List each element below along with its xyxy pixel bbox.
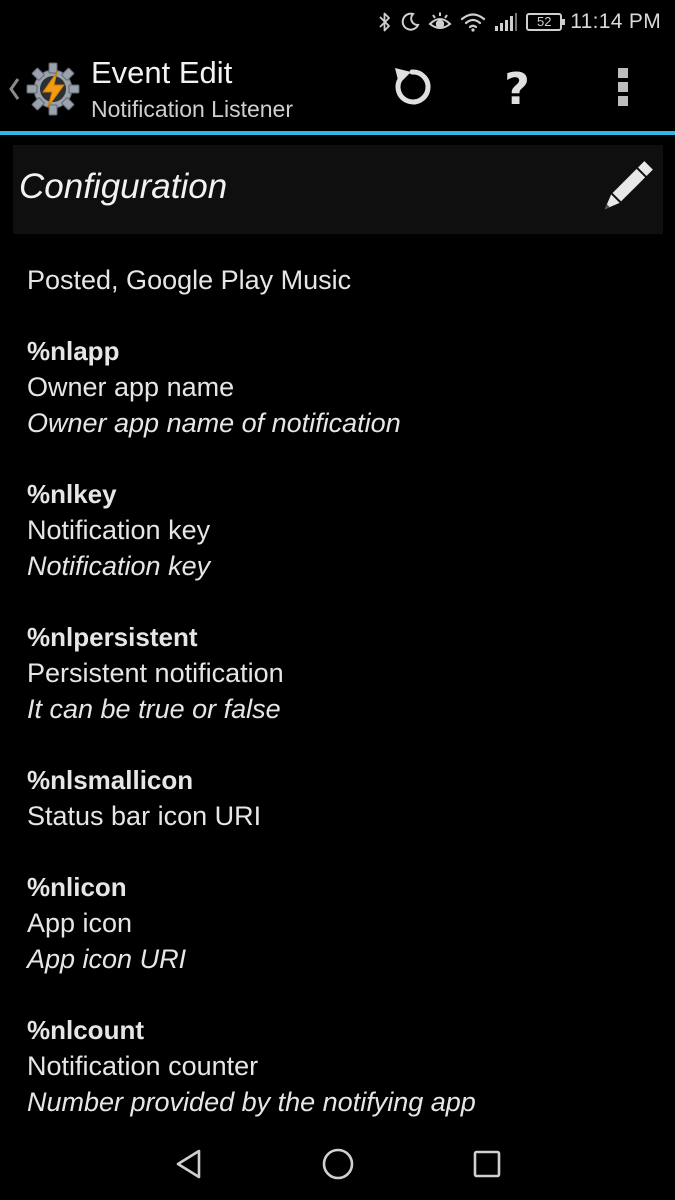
variable-name: %nlsmallicon: [27, 765, 194, 795]
revert-button[interactable]: [377, 54, 447, 124]
help-button[interactable]: ?: [482, 54, 552, 124]
status-icons: 52 11:14 PM: [378, 0, 661, 44]
overflow-menu-icon: [617, 67, 629, 112]
action-bar-divider: [0, 131, 675, 135]
wifi-icon: [460, 11, 486, 33]
overflow-menu-button[interactable]: [588, 54, 658, 124]
recents-icon: [472, 1149, 502, 1184]
battery-icon: 52: [526, 13, 566, 31]
event-summary[interactable]: Posted, Google Play Music: [27, 262, 657, 298]
variable-item: %nlsmallicon Status bar icon URI: [27, 762, 657, 834]
help-icon: ?: [504, 63, 530, 115]
configuration-header: Configuration: [13, 145, 663, 234]
recents-button[interactable]: [459, 1142, 515, 1190]
status-bar: 52 11:14 PM: [0, 0, 675, 44]
variable-name: %nlpersistent: [27, 622, 198, 652]
variable-description: App icon URI: [27, 944, 187, 974]
variable-item: %nlcount Notification counter Number pro…: [27, 1012, 657, 1120]
variable-description: Owner app name of notification: [27, 408, 401, 438]
page-title: Event Edit: [91, 55, 233, 90]
variable-label: Owner app name: [27, 372, 235, 402]
bluetooth-icon: [378, 11, 392, 33]
variable-label: App icon: [27, 908, 133, 938]
back-icon: [174, 1148, 204, 1185]
variable-label: Status bar icon URI: [27, 801, 262, 831]
variable-item: %nlkey Notification key Notification key: [27, 476, 657, 584]
page-subtitle: Notification Listener: [91, 96, 293, 122]
variable-item: %nlicon App icon App icon URI: [27, 869, 657, 977]
home-icon: [321, 1147, 355, 1186]
variable-label: Notification counter: [27, 1051, 259, 1081]
back-button[interactable]: [161, 1142, 217, 1190]
up-caret-icon[interactable]: [6, 74, 22, 104]
action-bar: Event Edit Notification Listener ?: [0, 44, 675, 131]
home-button[interactable]: [310, 1142, 366, 1190]
configuration-title: Configuration: [19, 167, 228, 206]
variable-label: Notification key: [27, 515, 211, 545]
eye-comfort-icon: [428, 11, 452, 33]
variable-description: Number provided by the notifying app: [27, 1087, 476, 1117]
variable-item: %nlpersistent Persistent notification It…: [27, 619, 657, 727]
pencil-icon: [596, 158, 656, 223]
title-block: Event Edit Notification Listener: [91, 54, 293, 124]
signal-icon: [494, 12, 518, 32]
variable-name: %nlicon: [27, 872, 127, 902]
status-clock: 11:14 PM: [570, 10, 661, 33]
variable-item: %nlapp Owner app name Owner app name of …: [27, 333, 657, 441]
revert-icon: [389, 64, 435, 115]
variable-name: %nlkey: [27, 479, 117, 509]
variable-name: %nlapp: [27, 336, 120, 366]
variable-label: Persistent notification: [27, 658, 284, 688]
edit-configuration-button[interactable]: [591, 155, 661, 225]
event-details: Posted, Google Play Music %nlapp Owner a…: [27, 262, 657, 1155]
battery-level: 52: [537, 14, 552, 29]
do-not-disturb-moon-icon: [400, 12, 420, 32]
variable-name: %nlcount: [27, 1015, 144, 1045]
navigation-bar: [0, 1132, 675, 1200]
variable-description: Notification key: [27, 551, 211, 581]
tasker-logo-icon[interactable]: [24, 60, 82, 118]
variable-description: It can be true or false: [27, 694, 281, 724]
